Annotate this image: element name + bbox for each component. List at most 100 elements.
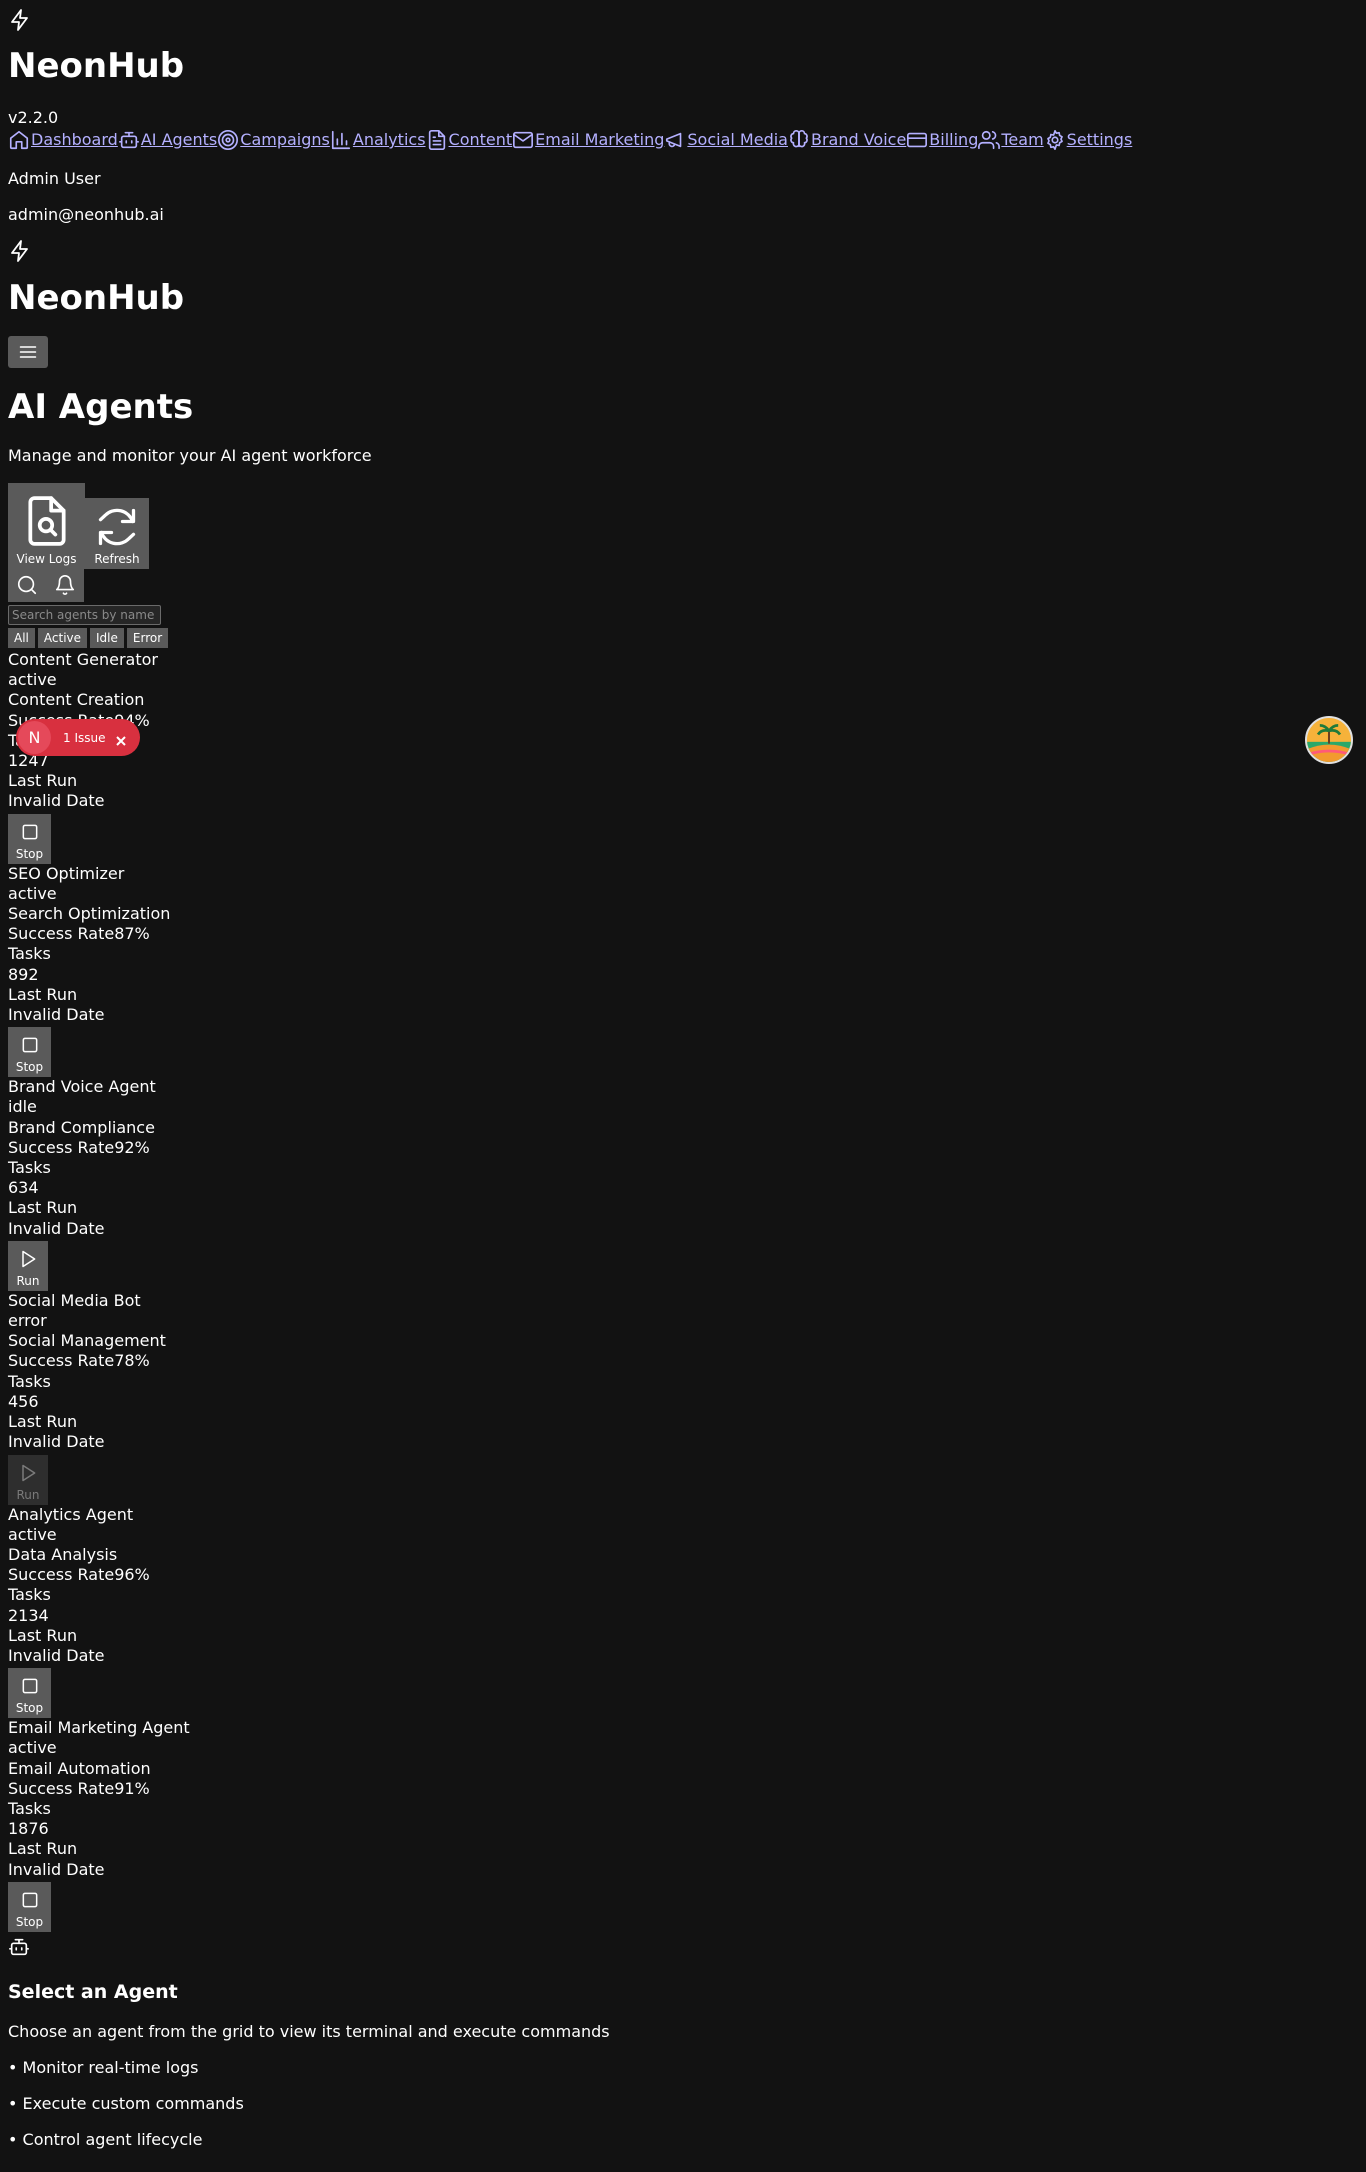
file-text-icon (428, 130, 445, 150)
stop-label: Stop (15, 1060, 44, 1075)
nav-label: Analytics (352, 130, 426, 149)
nav-ai-agents[interactable]: AI Agents (118, 129, 217, 151)
nav-billing[interactable]: Billing (906, 129, 978, 151)
search-button[interactable] (8, 569, 46, 602)
agent-card[interactable]: Social Media Bot error Social Management… (8, 1291, 1358, 1505)
agent-status: active (8, 883, 57, 903)
refresh-icon (98, 508, 136, 546)
file-search-icon (27, 496, 66, 546)
stop-icon (22, 1678, 37, 1694)
nav-settings[interactable]: Settings (1044, 129, 1132, 151)
filter-all[interactable]: All (8, 628, 35, 648)
agent-card[interactable]: Content Generator active Content Creatio… (8, 650, 1358, 864)
version-label: v2.2.0 (8, 108, 59, 127)
tasks-value: 456 (8, 1391, 39, 1411)
tasks-label: Tasks (8, 944, 51, 964)
view-logs-label: View Logs (16, 552, 77, 566)
filter-active[interactable]: Active (37, 628, 88, 648)
home-icon (9, 130, 29, 150)
nav-label: Social Media (687, 130, 788, 149)
menu-button[interactable] (8, 336, 48, 368)
users-icon (978, 130, 1001, 150)
agent-status: active (8, 1738, 57, 1758)
tasks-value: 634 (8, 1178, 39, 1198)
success-rate-label: Success Rate (8, 1137, 115, 1157)
refresh-label: Refresh (94, 552, 140, 566)
nav-brand-voice[interactable]: Brand Voice (788, 129, 906, 151)
nav-email-marketing[interactable]: Email Marketing (512, 129, 664, 151)
icon-toolbar (8, 569, 1358, 602)
last-run-value: Invalid Date (8, 1005, 105, 1025)
agent-success-rate: Success Rate96% (8, 1565, 1358, 1585)
refresh-button[interactable]: Refresh (85, 498, 149, 569)
tasks-value: 2134 (8, 1605, 49, 1625)
stop-button[interactable]: Stop (8, 1668, 51, 1719)
feature-bullet: • Monitor real-time logs (8, 2057, 199, 2077)
select-agent-title: Select an Agent (8, 1980, 178, 2003)
agent-name: Brand Voice Agent (8, 1077, 156, 1097)
avatar[interactable] (1305, 716, 1353, 764)
filter-idle[interactable]: Idle (90, 628, 124, 648)
tasks-label: Tasks (8, 1585, 51, 1605)
issue-logo: N (18, 721, 51, 754)
page-actions: View Logs Refresh (8, 483, 1358, 569)
tasks-label: Tasks (8, 1158, 51, 1178)
feature-bullet: • Control agent lifecycle (8, 2129, 203, 2149)
stop-icon (22, 1892, 37, 1908)
success-rate-label: Success Rate (8, 1565, 115, 1585)
agent-success-rate: Success Rate92% (8, 1138, 1358, 1158)
nav-label: Brand Voice (810, 130, 907, 149)
success-rate-value: 78% (114, 1351, 150, 1371)
stop-label: Stop (15, 846, 44, 861)
credit-card-icon (907, 132, 928, 148)
agent-name: Content Generator (8, 650, 158, 669)
settings-icon (1046, 130, 1063, 150)
nav-team[interactable]: Team (978, 129, 1044, 151)
success-rate-label: Success Rate (8, 1351, 115, 1371)
nav-social-media[interactable]: Social Media (664, 129, 788, 151)
success-rate-label: Success Rate (8, 924, 115, 944)
mobile-brand-title: NeonHub (8, 278, 185, 318)
tasks-value: 1247 (8, 751, 49, 771)
nav-content[interactable]: Content (426, 129, 512, 151)
nav-label: Billing (929, 130, 979, 149)
search-input[interactable] (8, 605, 161, 625)
stop-button[interactable]: Stop (8, 1881, 51, 1932)
stop-icon (22, 1037, 37, 1053)
nav-analytics[interactable]: Analytics (330, 129, 426, 151)
agent-card[interactable]: Brand Voice Agent idle Brand Compliance … (8, 1077, 1358, 1291)
target-icon (218, 130, 239, 150)
last-run-label: Last Run (8, 1839, 78, 1859)
agent-card[interactable]: Email Marketing Agent active Email Autom… (8, 1718, 1358, 1932)
agent-card[interactable]: SEO Optimizer active Search Optimization… (8, 864, 1358, 1078)
user-email: admin@neonhub.ai (8, 205, 164, 224)
last-run-label: Last Run (8, 1198, 78, 1218)
nav-label: Email Marketing (535, 130, 665, 149)
filter-error[interactable]: Error (126, 628, 169, 648)
stop-button[interactable]: Stop (8, 813, 51, 864)
agent-card[interactable]: Analytics Agent active Data Analysis Suc… (8, 1505, 1358, 1719)
bot-icon (9, 1938, 29, 1955)
last-run-label: Last Run (8, 771, 78, 791)
bar-chart-icon (331, 130, 350, 150)
run-button[interactable]: Run (8, 1240, 48, 1291)
view-logs-button[interactable]: View Logs (8, 483, 85, 569)
last-run-value: Invalid Date (8, 1859, 105, 1879)
stop-button[interactable]: Stop (8, 1027, 51, 1078)
play-icon (22, 1464, 36, 1481)
issues-badge[interactable]: N 1 Issue (16, 719, 140, 756)
agent-status: active (8, 670, 57, 690)
nav-dashboard[interactable]: Dashboard (8, 129, 118, 151)
close-icon[interactable] (115, 732, 127, 746)
nav-campaigns[interactable]: Campaigns (217, 129, 330, 151)
last-run-value: Invalid Date (8, 1218, 105, 1238)
tasks-label: Tasks (8, 731, 1358, 751)
status-filters: All Active Idle Error (8, 628, 1358, 648)
select-agent-subtitle: Choose an agent from the grid to view it… (8, 2021, 610, 2041)
agent-type: Content Creation (8, 690, 145, 710)
success-rate-value: 96% (114, 1565, 150, 1585)
megaphone-icon (666, 132, 682, 148)
notifications-button[interactable] (46, 569, 84, 602)
last-run-value: Invalid Date (8, 1645, 105, 1665)
page-subtitle: Manage and monitor your AI agent workfor… (8, 446, 372, 465)
